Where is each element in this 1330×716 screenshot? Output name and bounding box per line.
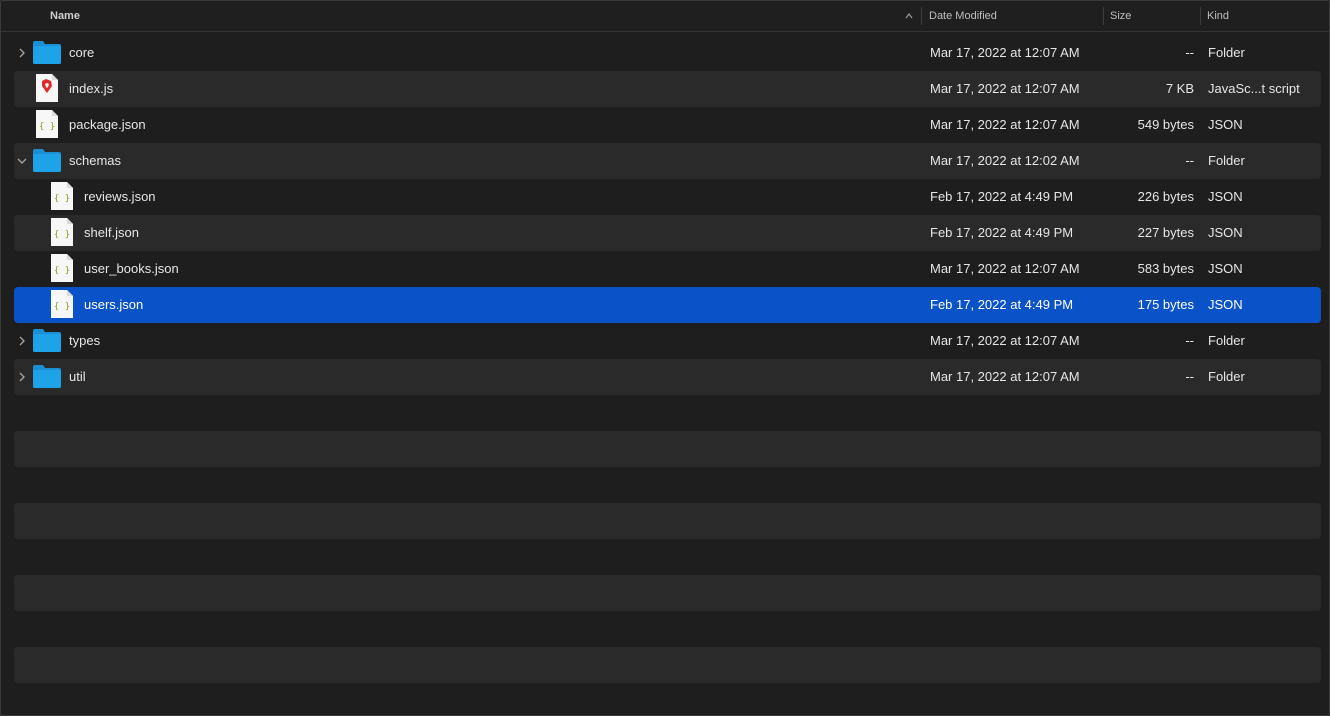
chevron-down-icon[interactable] [17,155,27,167]
sort-ascending-icon[interactable] [904,11,914,21]
file-size: 549 bytes [1137,117,1194,132]
file-size: 226 bytes [1137,189,1194,204]
file-size: 7 KB [1165,81,1194,96]
file-size: -- [1185,369,1194,384]
date-modified: Feb 17, 2022 at 4:49 PM [930,225,1074,240]
empty-row-stripe [14,503,1321,539]
column-divider[interactable] [1200,7,1201,25]
folder-icon [33,149,61,172]
finder-list-view: Name Date Modified Size Kind core Mar 17,… [0,0,1330,716]
file-name: core [69,45,95,60]
file-row[interactable]: { } reviews.json Feb 17, 2022 at 4:49 PM 22… [14,179,1321,215]
file-kind: JSON [1208,225,1243,240]
file-row[interactable]: index.js Mar 17, 2022 at 12:07 AM 7 KB Java… [14,71,1321,107]
empty-row-stripe [14,575,1321,611]
file-name: user_books.json [84,261,179,276]
svg-text:{ }: { } [54,230,70,240]
file-kind: JavaSc...t script [1208,81,1300,96]
date-modified: Mar 17, 2022 at 12:07 AM [930,333,1080,348]
chevron-right-icon[interactable] [17,47,27,59]
json-file-icon: { } [51,290,73,318]
column-header-bar: Name Date Modified Size Kind [1,1,1329,32]
date-modified: Feb 17, 2022 at 4:49 PM [930,297,1074,312]
svg-text:{ }: { } [54,194,70,204]
empty-row-stripe [14,431,1321,467]
file-row[interactable]: util Mar 17, 2022 at 12:07 AM -- Folder [14,359,1321,395]
file-name: util [69,369,86,384]
file-name: schemas [69,153,122,168]
brave-js-file-icon [36,74,58,102]
file-kind: JSON [1208,117,1243,132]
json-file-icon: { } [51,218,73,246]
file-name: index.js [69,81,114,96]
folder-icon [33,329,61,352]
file-row[interactable]: { } package.json Mar 17, 2022 at 12:07 AM 5… [14,107,1321,143]
file-size: 227 bytes [1137,225,1194,240]
column-header-name[interactable]: Name [50,1,80,31]
chevron-right-icon[interactable] [17,371,27,383]
file-kind: JSON [1208,261,1243,276]
file-kind: Folder [1208,153,1245,168]
file-row[interactable]: { } shelf.json Feb 17, 2022 at 4:49 PM 227 … [14,215,1321,251]
file-size: -- [1185,153,1194,168]
file-size: 583 bytes [1137,261,1194,276]
empty-row-stripe [14,647,1321,683]
file-name: types [69,333,101,348]
date-modified: Mar 17, 2022 at 12:07 AM [930,81,1080,96]
svg-text:{ }: { } [54,302,70,312]
json-file-icon: { } [36,110,58,138]
file-name: users.json [84,297,144,312]
folder-icon [33,365,61,388]
json-file-icon: { } [51,182,73,210]
date-modified: Mar 17, 2022 at 12:07 AM [930,261,1080,276]
file-kind: JSON [1208,189,1243,204]
date-modified: Mar 17, 2022 at 12:07 AM [930,45,1080,60]
file-row[interactable]: schemas Mar 17, 2022 at 12:02 AM -- Folder [14,143,1321,179]
file-size: 175 bytes [1137,297,1194,312]
file-row[interactable]: types Mar 17, 2022 at 12:07 AM -- Folder [14,323,1321,359]
svg-text:{ }: { } [39,122,55,132]
column-header-kind[interactable]: Kind [1207,1,1229,31]
file-size: -- [1185,45,1194,60]
chevron-right-icon[interactable] [17,335,27,347]
column-divider[interactable] [1103,7,1104,25]
column-divider[interactable] [921,7,922,25]
file-kind: Folder [1208,45,1245,60]
date-modified: Mar 17, 2022 at 12:07 AM [930,369,1080,384]
file-kind: Folder [1208,333,1245,348]
file-name: reviews.json [84,189,156,204]
folder-icon [33,41,61,64]
file-kind: JSON [1208,297,1243,312]
file-kind: Folder [1208,369,1245,384]
file-row[interactable]: { } user_books.json Mar 17, 2022 at 12:07 … [14,251,1321,287]
svg-text:{ }: { } [54,266,70,276]
column-header-size[interactable]: Size [1110,1,1131,31]
file-row[interactable]: { } users.json Feb 17, 2022 at 4:49 PM 175 … [14,287,1321,323]
date-modified: Mar 17, 2022 at 12:07 AM [930,117,1080,132]
column-header-date-modified[interactable]: Date Modified [929,1,997,31]
file-row[interactable]: core Mar 17, 2022 at 12:07 AM -- Folder [14,35,1321,71]
date-modified: Mar 17, 2022 at 12:02 AM [930,153,1080,168]
file-name: shelf.json [84,225,139,240]
json-file-icon: { } [51,254,73,282]
date-modified: Feb 17, 2022 at 4:49 PM [930,189,1074,204]
file-size: -- [1185,333,1194,348]
file-name: package.json [69,117,146,132]
